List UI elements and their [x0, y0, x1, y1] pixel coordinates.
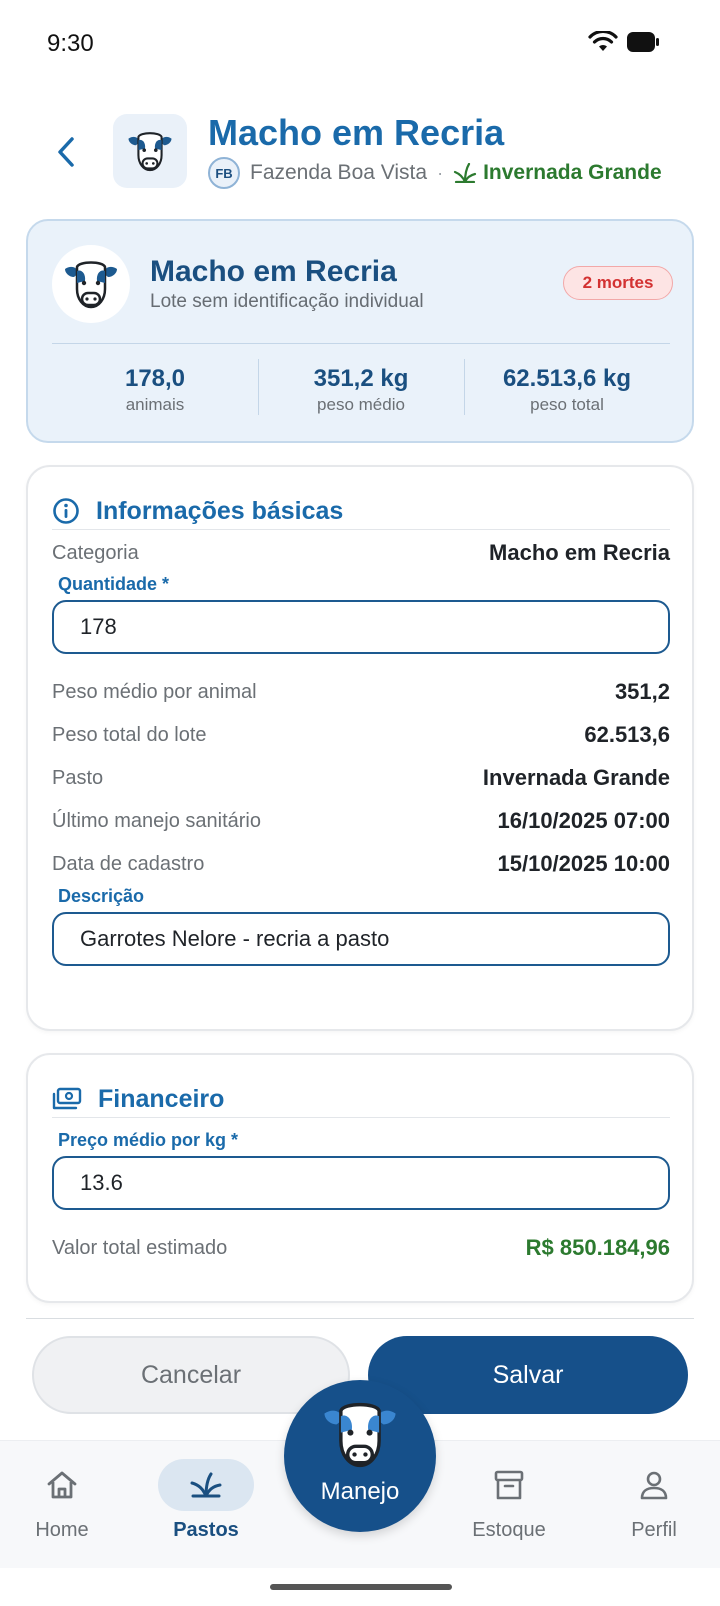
save-button[interactable]: Salvar — [368, 1336, 688, 1414]
stat-value: 351,2 kg — [313, 365, 409, 392]
row-value: 62.513,6 — [584, 722, 670, 747]
stat-animals: 178,0 animais — [52, 357, 258, 427]
chevron-left-icon — [58, 137, 74, 167]
card-title: Informações básicas — [96, 496, 344, 525]
estimated-total-value: R$ 850.184,96 — [525, 1235, 670, 1260]
nav-icon-wrap — [461, 1459, 557, 1511]
separator: · — [437, 162, 444, 183]
row-value: Invernada Grande — [482, 765, 670, 790]
nav-pastos[interactable]: Pastos — [146, 1459, 266, 1559]
financial-card: Financeiro Preço médio por kg * Valor to… — [26, 1053, 694, 1303]
row-label: Peso médio por animal — [52, 680, 257, 703]
card-title: Financeiro — [98, 1084, 225, 1113]
home-icon — [47, 1471, 77, 1499]
farm-badge: FB — [208, 157, 240, 189]
home-indicator — [270, 1584, 452, 1590]
stat-label: peso total — [530, 395, 604, 414]
stat-value: 62.513,6 kg — [502, 365, 632, 392]
money-icon — [52, 1087, 82, 1110]
row-label: Pasto — [52, 766, 104, 789]
nav-label: Perfil — [631, 1519, 677, 1541]
estimated-total-row: Valor total estimado R$ 850.184,96 — [52, 1233, 670, 1263]
wifi-icon — [588, 31, 618, 51]
summary-title: Macho em Recria — [150, 255, 397, 288]
archive-icon — [494, 1470, 524, 1500]
status-bar: 9:30 — [0, 0, 720, 88]
cow-icon — [324, 1402, 396, 1468]
divider — [52, 343, 670, 344]
row-value: 351,2 — [614, 679, 670, 704]
cow-icon — [128, 132, 172, 172]
info-row: Último manejo sanitário 16/10/2025 07:00 — [52, 806, 670, 836]
price-label: Preço médio por kg * — [58, 1130, 239, 1150]
nav-icon-wrap — [14, 1459, 110, 1511]
stat-label: peso médio — [317, 395, 405, 414]
nav-label: Manejo — [320, 1478, 400, 1505]
grass-icon — [190, 1472, 222, 1498]
quantity-label: Quantidade * — [58, 574, 170, 594]
summary-subtitle: Lote sem identificação individual — [150, 291, 424, 312]
summary-stats: 178,0 animais 351,2 kg peso médio 62.513… — [52, 357, 670, 427]
stat-value: 178,0 — [124, 365, 186, 392]
row-value: 16/10/2025 07:00 — [497, 808, 671, 833]
stat-total-weight: 62.513,6 kg peso total — [464, 357, 670, 427]
header-location: FB Fazenda Boa Vista · Invernada Grande — [208, 156, 662, 190]
nav-icon-wrap — [158, 1459, 254, 1511]
description-label: Descrição — [58, 886, 145, 906]
description-input[interactable] — [52, 912, 670, 966]
nav-label: Estoque — [472, 1519, 546, 1541]
nav-manejo-button[interactable]: Manejo — [284, 1380, 436, 1532]
summary-avatar — [52, 245, 130, 323]
row-label: Valor total estimado — [52, 1236, 228, 1259]
category-row: Categoria Macho em Recria — [52, 538, 670, 568]
farm-name: Fazenda Boa Vista — [250, 161, 428, 184]
stat-label: animais — [125, 395, 185, 414]
page-header: Macho em Recria FB Fazenda Boa Vista · I… — [0, 112, 720, 192]
deaths-badge: 2 mortes — [563, 266, 673, 300]
divider — [26, 1318, 694, 1319]
nav-icon-wrap — [606, 1459, 702, 1511]
nav-label: Pastos — [173, 1519, 239, 1541]
page-title: Macho em Recria — [208, 112, 505, 153]
status-time: 9:30 — [47, 30, 94, 57]
row-value: 15/10/2025 10:00 — [497, 851, 671, 876]
nav-perfil[interactable]: Perfil — [594, 1459, 714, 1559]
divider — [52, 1117, 670, 1118]
lot-avatar — [113, 114, 187, 188]
row-label: Peso total do lote — [52, 723, 207, 746]
basic-info-card: Informações básicas Categoria Macho em R… — [26, 465, 694, 1031]
divider — [52, 529, 670, 530]
nav-label: Home — [35, 1519, 89, 1541]
battery-icon — [627, 32, 659, 52]
back-button[interactable] — [48, 132, 84, 172]
lot-summary-card: Macho em Recria Lote sem identificação i… — [26, 219, 694, 443]
info-row: Pasto Invernada Grande — [52, 763, 670, 793]
stat-average-weight: 351,2 kg peso médio — [258, 357, 464, 427]
cancel-button[interactable]: Cancelar — [32, 1336, 350, 1414]
card-header: Financeiro — [52, 1081, 224, 1117]
pasture-name: Invernada Grande — [483, 161, 662, 184]
price-per-kg-input[interactable] — [52, 1156, 670, 1210]
info-row: Peso total do lote 62.513,6 — [52, 720, 670, 750]
nav-home[interactable]: Home — [2, 1459, 122, 1559]
nav-estoque[interactable]: Estoque — [449, 1459, 569, 1559]
row-label: Categoria — [52, 541, 139, 564]
user-icon — [640, 1471, 668, 1500]
card-header: Informações básicas — [52, 493, 343, 529]
grass-icon — [453, 163, 477, 183]
row-value: Macho em Recria — [489, 540, 670, 565]
info-icon — [53, 498, 79, 524]
quantity-input[interactable] — [52, 600, 670, 654]
row-label: Data de cadastro — [52, 852, 205, 875]
info-row: Data de cadastro 15/10/2025 10:00 — [52, 849, 670, 879]
info-row: Peso médio por animal 351,2 — [52, 677, 670, 707]
cow-icon — [65, 261, 117, 309]
row-label: Último manejo sanitário — [52, 809, 261, 832]
